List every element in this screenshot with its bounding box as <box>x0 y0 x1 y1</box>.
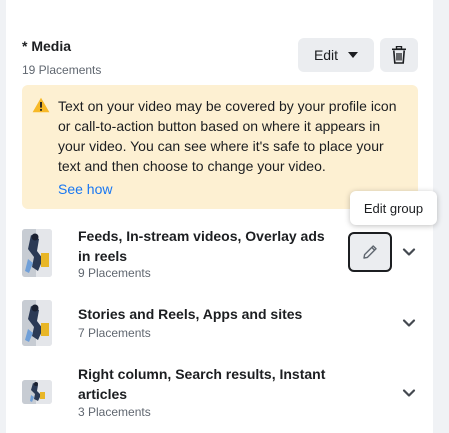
warning-text: Text on your video may be covered by you… <box>58 98 397 174</box>
edit-dropdown-button[interactable]: Edit <box>298 38 374 72</box>
placement-group-row[interactable]: Right column, Search results, Instant ar… <box>6 364 433 424</box>
media-placements-count: 19 Placements <box>22 63 102 77</box>
chevron-down-icon[interactable] <box>402 388 416 398</box>
edit-group-tooltip: Edit group <box>350 191 437 225</box>
pencil-icon <box>363 245 377 259</box>
group-title: Feeds, In-stream videos, Overlay ads in … <box>78 228 325 264</box>
edit-button-label: Edit <box>313 47 339 63</box>
warning-icon <box>32 97 50 113</box>
group-placements-count: 9 Placements <box>78 266 151 280</box>
edit-group-button[interactable] <box>348 232 392 272</box>
trash-icon <box>392 46 406 64</box>
group-placements-count: 3 Placements <box>78 405 151 419</box>
caret-down-icon <box>348 52 359 58</box>
video-thumbnail <box>22 229 52 277</box>
cut-off-text <box>22 0 322 4</box>
delete-button[interactable] <box>380 38 418 72</box>
group-title: Stories and Reels, Apps and sites <box>78 306 303 322</box>
group-placements-count: 7 Placements <box>78 326 151 340</box>
media-section-title: * Media <box>22 38 72 54</box>
group-title: Right column, Search results, Instant ar… <box>78 366 326 402</box>
video-thumbnail <box>22 380 52 404</box>
see-how-link[interactable]: See how <box>58 181 112 197</box>
chevron-down-icon[interactable] <box>402 318 416 328</box>
video-thumbnail <box>22 300 52 346</box>
chevron-down-icon[interactable] <box>402 247 416 257</box>
placement-group-row[interactable]: Stories and Reels, Apps and sites 7 Plac… <box>6 300 433 350</box>
